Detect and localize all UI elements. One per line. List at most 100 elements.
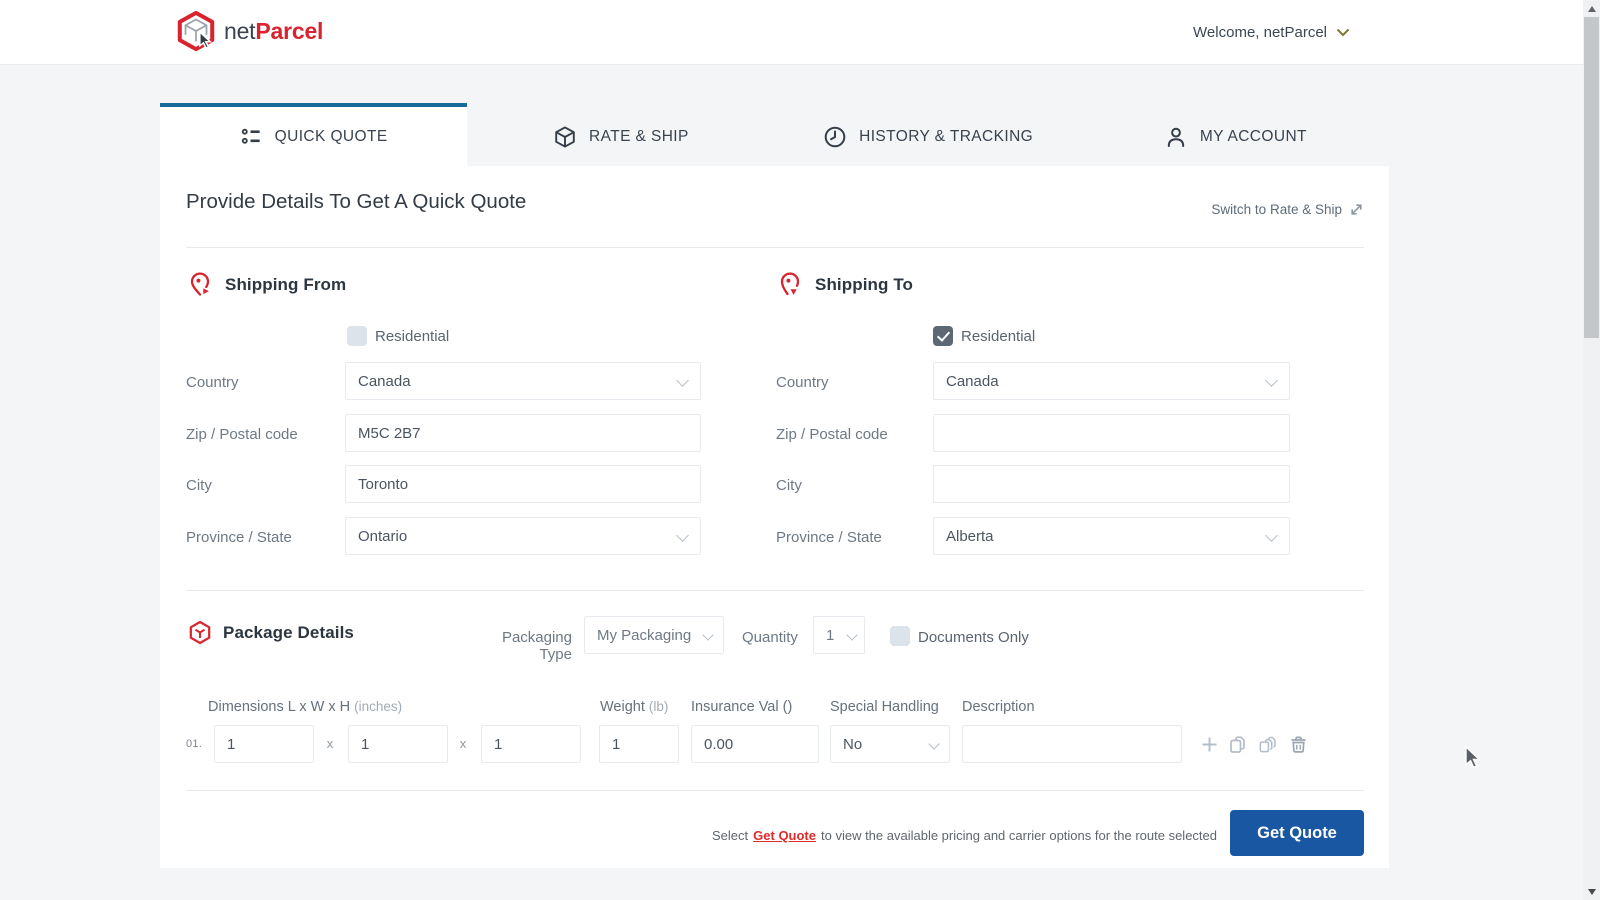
- zip-to-input[interactable]: [933, 414, 1290, 452]
- tab-label: QUICK QUOTE: [275, 128, 388, 146]
- quick-quote-panel: Provide Details To Get A Quick Quote Swi…: [160, 166, 1389, 868]
- add-row-icon[interactable]: [1200, 735, 1219, 754]
- city-to-label: City: [776, 477, 802, 494]
- tab-label: MY ACCOUNT: [1200, 128, 1307, 146]
- netparcel-logo-icon: [175, 10, 217, 52]
- weight-unit-text: (lb): [649, 699, 669, 714]
- scroll-up-button[interactable]: [1583, 0, 1600, 17]
- duplicate-multiple-icon[interactable]: [1258, 735, 1277, 754]
- special-handling-column-header: Special Handling: [830, 699, 939, 715]
- package-details-header: Package Details: [188, 620, 354, 645]
- weight-column-header: Weight (lb): [600, 699, 668, 715]
- hex-package-icon: [188, 620, 212, 645]
- country-from-label: Country: [186, 374, 239, 391]
- country-to-value: Canada: [946, 373, 999, 390]
- chevron-down-icon: [702, 629, 713, 640]
- zip-from-label: Zip / Postal code: [186, 426, 298, 443]
- note-prefix: Select: [712, 828, 748, 843]
- insurance-column-header: Insurance Val (): [691, 699, 792, 715]
- brand-parcel: Parcel: [255, 18, 323, 44]
- get-quote-note: Select Get Quote to view the available p…: [712, 828, 1217, 843]
- list-icon: [240, 125, 263, 148]
- scroll-down-button[interactable]: [1583, 883, 1600, 900]
- divider: [186, 790, 1364, 791]
- switch-link-label: Switch to Rate & Ship: [1211, 202, 1342, 217]
- triangle-down-icon: [1588, 889, 1596, 895]
- height-input[interactable]: [481, 725, 581, 763]
- main-tabs: QUICK QUOTE RATE & SHIP HISTORY & TRACKI…: [160, 103, 1389, 166]
- weight-input[interactable]: [599, 725, 679, 763]
- dimension-separator: x: [457, 736, 469, 751]
- brand-text: netParcel: [224, 18, 323, 45]
- province-to-select[interactable]: Alberta: [933, 517, 1290, 555]
- residential-to-label: Residential: [961, 328, 1035, 345]
- quantity-label: Quantity: [742, 629, 798, 646]
- chevron-down-icon: [928, 738, 939, 749]
- duplicate-row-icon[interactable]: [1228, 735, 1247, 754]
- province-from-label: Province / State: [186, 529, 292, 546]
- packaging-type-label: Packaging Type: [470, 629, 572, 663]
- country-to-select[interactable]: Canada: [933, 362, 1290, 400]
- clock-icon: [823, 125, 847, 149]
- get-quote-button[interactable]: Get Quote: [1230, 810, 1364, 856]
- province-to-label: Province / State: [776, 529, 882, 546]
- chevron-down-icon: [846, 629, 857, 640]
- chevron-down-icon: [1265, 374, 1278, 387]
- width-input[interactable]: [348, 725, 448, 763]
- residential-from-checkbox[interactable]: [347, 326, 367, 346]
- switch-to-rate-ship-link[interactable]: Switch to Rate & Ship: [1211, 202, 1364, 217]
- scrollbar-thumb[interactable]: [1584, 17, 1599, 338]
- city-from-input[interactable]: [345, 465, 701, 503]
- province-from-select[interactable]: Ontario: [345, 517, 701, 555]
- divider: [186, 247, 1364, 248]
- residential-from-label: Residential: [375, 328, 449, 345]
- scrollbar-track[interactable]: [1583, 0, 1600, 900]
- shipping-from-header: Shipping From: [187, 271, 346, 298]
- row-index: 01.: [186, 738, 202, 750]
- chevron-down-icon: [1336, 28, 1350, 37]
- length-input[interactable]: [214, 725, 314, 763]
- insurance-input[interactable]: [691, 725, 819, 763]
- quantity-select[interactable]: 1: [813, 616, 865, 654]
- dimensions-unit-text: (inches): [354, 699, 402, 714]
- province-to-value: Alberta: [946, 528, 994, 545]
- brand-net: net: [224, 18, 255, 44]
- zip-from-input[interactable]: [345, 414, 701, 452]
- city-to-input[interactable]: [933, 465, 1290, 503]
- shipping-from-title: Shipping From: [225, 275, 346, 295]
- delete-row-icon[interactable]: [1289, 735, 1308, 754]
- documents-only-label: Documents Only: [918, 629, 1029, 646]
- city-from-label: City: [186, 477, 212, 494]
- external-link-icon: [1349, 202, 1364, 217]
- chevron-down-icon: [676, 374, 689, 387]
- divider: [186, 590, 1364, 591]
- triangle-up-icon: [1588, 6, 1596, 12]
- pin-arrow-right-icon: [187, 271, 214, 298]
- tab-rate-and-ship[interactable]: RATE & SHIP: [467, 103, 774, 166]
- special-handling-select[interactable]: No: [830, 725, 950, 763]
- weight-header-text: Weight: [600, 699, 645, 715]
- province-from-value: Ontario: [358, 528, 407, 545]
- quantity-value: 1: [826, 627, 834, 644]
- package-details-title: Package Details: [223, 623, 354, 643]
- residential-to-checkbox[interactable]: [933, 326, 953, 346]
- page-title: Provide Details To Get A Quick Quote: [186, 190, 526, 214]
- netparcel-logo[interactable]: netParcel: [175, 10, 323, 52]
- get-quote-link[interactable]: Get Quote: [753, 828, 816, 843]
- description-input[interactable]: [962, 725, 1182, 763]
- packaging-type-value: My Packaging: [597, 627, 691, 644]
- top-bar: netParcel Welcome, netParcel: [0, 0, 1583, 65]
- country-from-value: Canada: [358, 373, 411, 390]
- packaging-type-select[interactable]: My Packaging: [584, 616, 724, 654]
- chevron-down-icon: [676, 529, 689, 542]
- tab-quick-quote[interactable]: QUICK QUOTE: [160, 103, 467, 166]
- country-to-label: Country: [776, 374, 829, 391]
- account-menu[interactable]: Welcome, netParcel: [1193, 0, 1350, 65]
- special-handling-value: No: [843, 736, 862, 753]
- chevron-down-icon: [1265, 529, 1278, 542]
- country-from-select[interactable]: Canada: [345, 362, 701, 400]
- tab-my-account[interactable]: MY ACCOUNT: [1082, 103, 1389, 166]
- shipping-to-title: Shipping To: [815, 275, 913, 295]
- tab-history-and-tracking[interactable]: HISTORY & TRACKING: [775, 103, 1082, 166]
- documents-only-checkbox[interactable]: [890, 626, 910, 646]
